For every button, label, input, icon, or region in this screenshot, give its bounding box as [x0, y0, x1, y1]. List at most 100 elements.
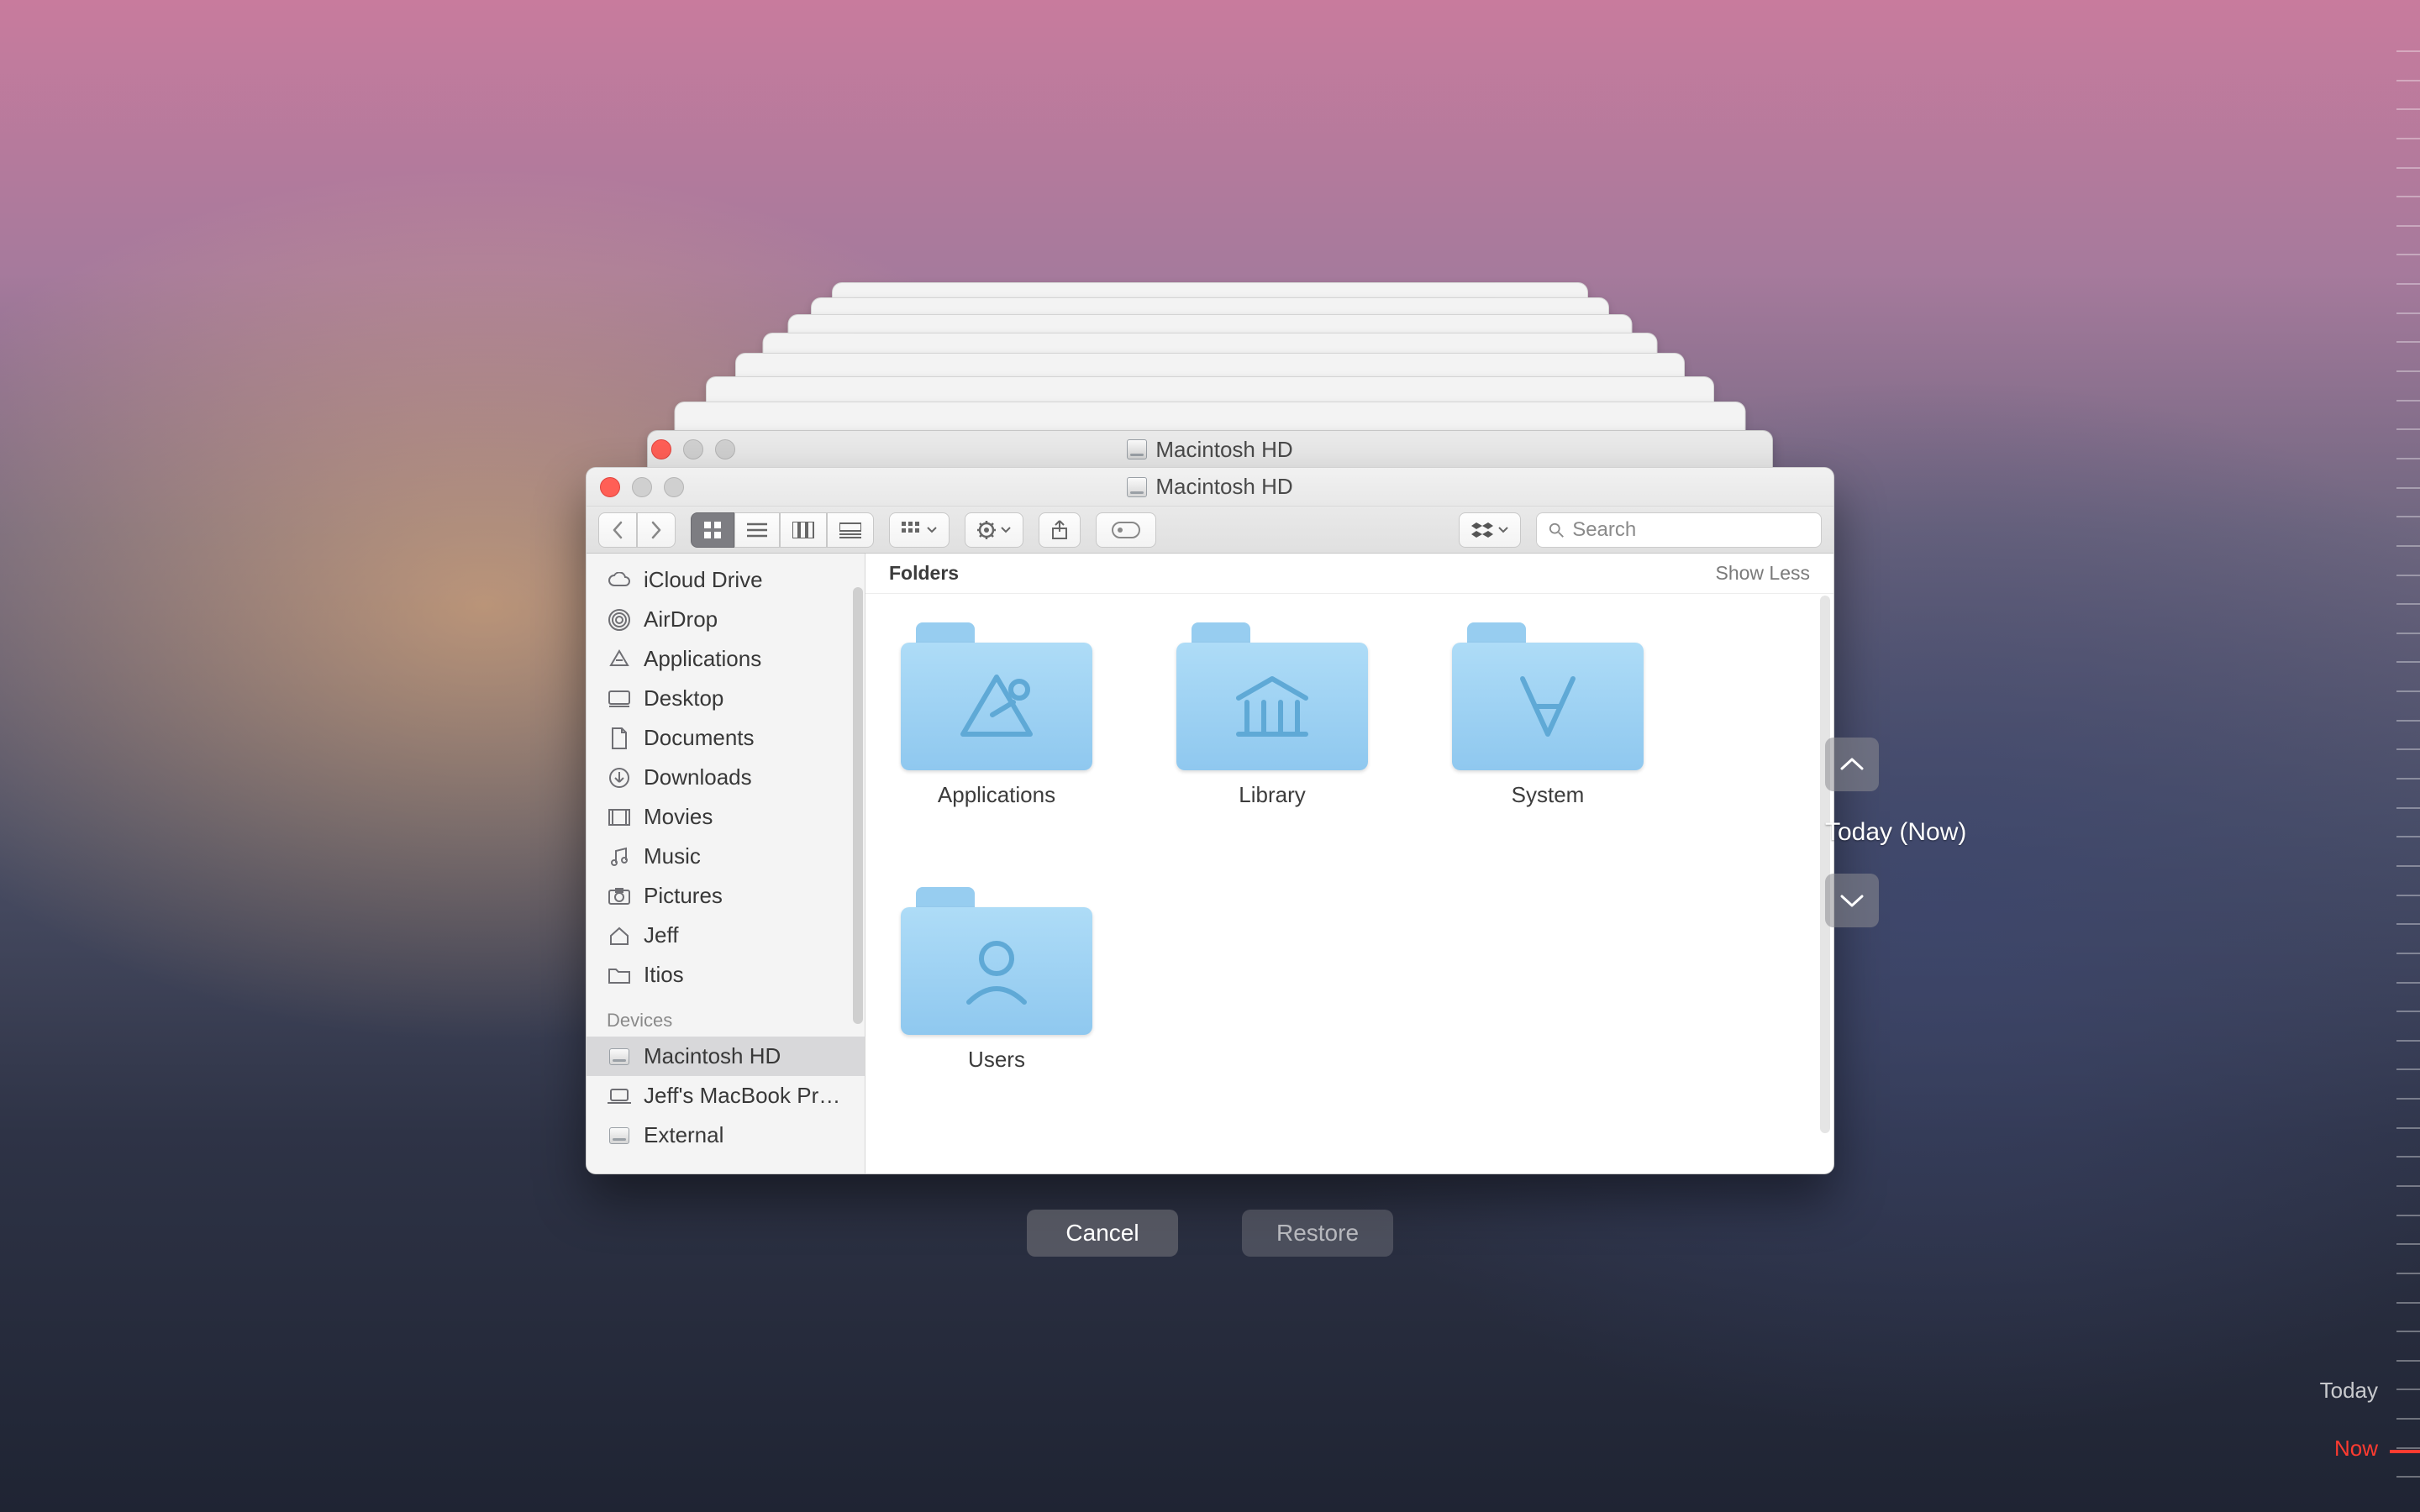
hard-disk-icon — [1127, 439, 1147, 459]
sidebar-item[interactable]: Desktop — [587, 679, 865, 718]
nav-buttons — [598, 512, 676, 548]
sidebar-item[interactable]: Applications — [587, 639, 865, 679]
folder-icon — [901, 884, 1092, 1035]
folder-item[interactable]: System — [1450, 619, 1645, 808]
hd-icon — [607, 1123, 632, 1148]
search-icon — [1549, 522, 1564, 538]
sidebar-item[interactable]: Documents — [587, 718, 865, 758]
sidebar-item-label: Music — [644, 843, 701, 869]
show-less-link[interactable]: Show Less — [1715, 562, 1810, 585]
timeline-now-label: Now — [2320, 1436, 2378, 1462]
timeline-now-tick-icon — [2390, 1450, 2420, 1453]
folder-item[interactable]: Applications — [899, 619, 1094, 808]
titlebar[interactable]: Macintosh HD — [587, 468, 1833, 507]
sidebar-item[interactable]: iCloud Drive — [587, 560, 865, 600]
arrange-icon — [902, 522, 922, 538]
timeline-ticks[interactable] — [2386, 50, 2420, 1512]
arrange-button[interactable] — [889, 512, 950, 548]
coverflow-view-button[interactable] — [827, 512, 874, 548]
finder-window: Macintosh HD — [586, 467, 1834, 1174]
close-icon[interactable] — [600, 477, 620, 497]
folder-icon — [607, 963, 632, 988]
dropbox-icon — [1471, 521, 1493, 539]
chevron-right-icon — [650, 521, 663, 539]
sidebar-item-label: Documents — [644, 725, 755, 751]
chevron-left-icon — [611, 521, 624, 539]
restore-button[interactable]: Restore — [1242, 1210, 1393, 1257]
timeline-current-label: Today (Now) — [1825, 818, 1966, 847]
view-mode-buttons — [691, 512, 874, 548]
back-button[interactable] — [598, 512, 637, 548]
sidebar-item-label: Applications — [644, 646, 761, 672]
sidebar-item-label: Jeff — [644, 922, 678, 948]
sidebar-item[interactable]: Movies — [587, 797, 865, 837]
minimize-icon — [632, 477, 652, 497]
zoom-icon — [664, 477, 684, 497]
dropbox-button[interactable] — [1459, 512, 1521, 548]
chevron-down-icon — [1498, 527, 1508, 533]
airdrop-icon — [607, 607, 632, 633]
content-area: Folders Show Less Applications Library S… — [865, 554, 1833, 1173]
action-buttons: Cancel Restore — [1027, 1210, 1393, 1257]
zoom-icon — [715, 439, 735, 459]
content-section-header: Folders — [889, 562, 959, 585]
window-title-behind: Macintosh HD — [648, 437, 1772, 463]
tags-button[interactable] — [1096, 512, 1156, 548]
devices-header: Devices — [587, 995, 865, 1037]
folder-item[interactable]: Users — [899, 884, 1094, 1073]
snapshot-window-1[interactable]: Macintosh HD — [647, 430, 1773, 469]
sidebar-item-label: Pictures — [644, 883, 723, 909]
chevron-down-icon — [927, 527, 937, 533]
sidebar-item-label: AirDrop — [644, 606, 718, 633]
sidebar-scrollbar[interactable] — [853, 587, 863, 1024]
gear-icon — [977, 521, 996, 539]
sidebar-item[interactable]: Pictures — [587, 876, 865, 916]
sidebar-item-label: Movies — [644, 804, 713, 830]
column-view-button[interactable] — [780, 512, 827, 548]
sidebar-item[interactable]: Jeff — [587, 916, 865, 955]
pictures-icon — [607, 884, 632, 909]
timeline-next-button[interactable] — [1825, 874, 1879, 927]
window-title-label: Macintosh HD — [1155, 437, 1292, 463]
sidebar-item[interactable]: External — [587, 1116, 865, 1155]
window-title: Macintosh HD — [587, 474, 1833, 500]
sidebar-item[interactable]: Music — [587, 837, 865, 876]
timeline-prev-button[interactable] — [1825, 738, 1879, 791]
columns-icon — [792, 522, 814, 538]
sidebar-item[interactable]: Itios — [587, 955, 865, 995]
download-icon — [607, 765, 632, 790]
share-icon — [1051, 520, 1068, 540]
sidebar-item[interactable]: AirDrop — [587, 600, 865, 639]
timeline-nav: Today (Now) — [1825, 738, 1966, 927]
folder-label: System — [1512, 782, 1585, 808]
list-view-button[interactable] — [734, 512, 780, 548]
search-input[interactable] — [1572, 518, 1809, 542]
sidebar-item[interactable]: Jeff's MacBook Pr… — [587, 1076, 865, 1116]
forward-button[interactable] — [637, 512, 676, 548]
timeline-today-label: Today — [2320, 1378, 2378, 1404]
action-group — [965, 512, 1023, 548]
movie-icon — [607, 805, 632, 830]
icon-view-button[interactable] — [691, 512, 734, 548]
action-button[interactable] — [965, 512, 1023, 548]
search-field[interactable] — [1536, 512, 1822, 548]
window-title-label: Macintosh HD — [1155, 474, 1292, 500]
list-icon — [747, 522, 767, 538]
sidebar-item-label: Itios — [644, 962, 684, 988]
chevron-up-icon — [1840, 757, 1864, 772]
sidebar-item-label: Macintosh HD — [644, 1043, 781, 1069]
cancel-button[interactable]: Cancel — [1027, 1210, 1178, 1257]
sidebar-item[interactable]: Downloads — [587, 758, 865, 797]
close-icon[interactable] — [651, 439, 671, 459]
doc-icon — [607, 726, 632, 751]
share-button[interactable] — [1039, 512, 1081, 548]
sidebar-item-label: Desktop — [644, 685, 723, 711]
tag-icon — [1112, 522, 1140, 538]
minimize-icon — [683, 439, 703, 459]
grid-icon — [703, 521, 722, 539]
folder-item[interactable]: Library — [1175, 619, 1370, 808]
chevron-down-icon — [1001, 527, 1011, 533]
cloud-icon — [607, 568, 632, 593]
sidebar-item[interactable]: Macintosh HD — [587, 1037, 865, 1076]
hard-disk-icon — [1127, 477, 1147, 497]
